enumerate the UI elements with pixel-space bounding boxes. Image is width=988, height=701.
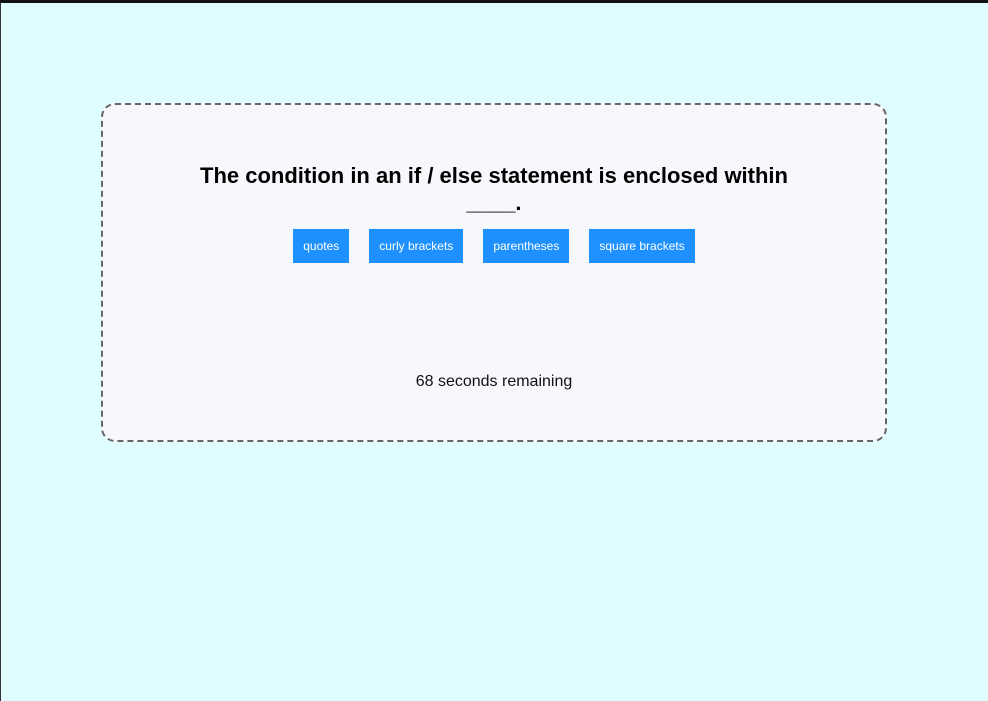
window-top-border	[0, 0, 988, 3]
quiz-card: The condition in an if / else statement …	[101, 103, 887, 442]
choice-button-parentheses[interactable]: parentheses	[483, 229, 570, 263]
question-text: The condition in an if / else statement …	[200, 163, 788, 215]
window-left-border	[0, 3, 1, 701]
choice-button-square-brackets[interactable]: square brackets	[589, 229, 695, 263]
choice-button-curly-brackets[interactable]: curly brackets	[369, 229, 464, 263]
choice-button-quotes[interactable]: quotes	[293, 229, 350, 263]
timer-text: 68 seconds remaining	[415, 373, 573, 390]
answer-choices: quotes curly brackets parentheses square…	[103, 229, 885, 263]
